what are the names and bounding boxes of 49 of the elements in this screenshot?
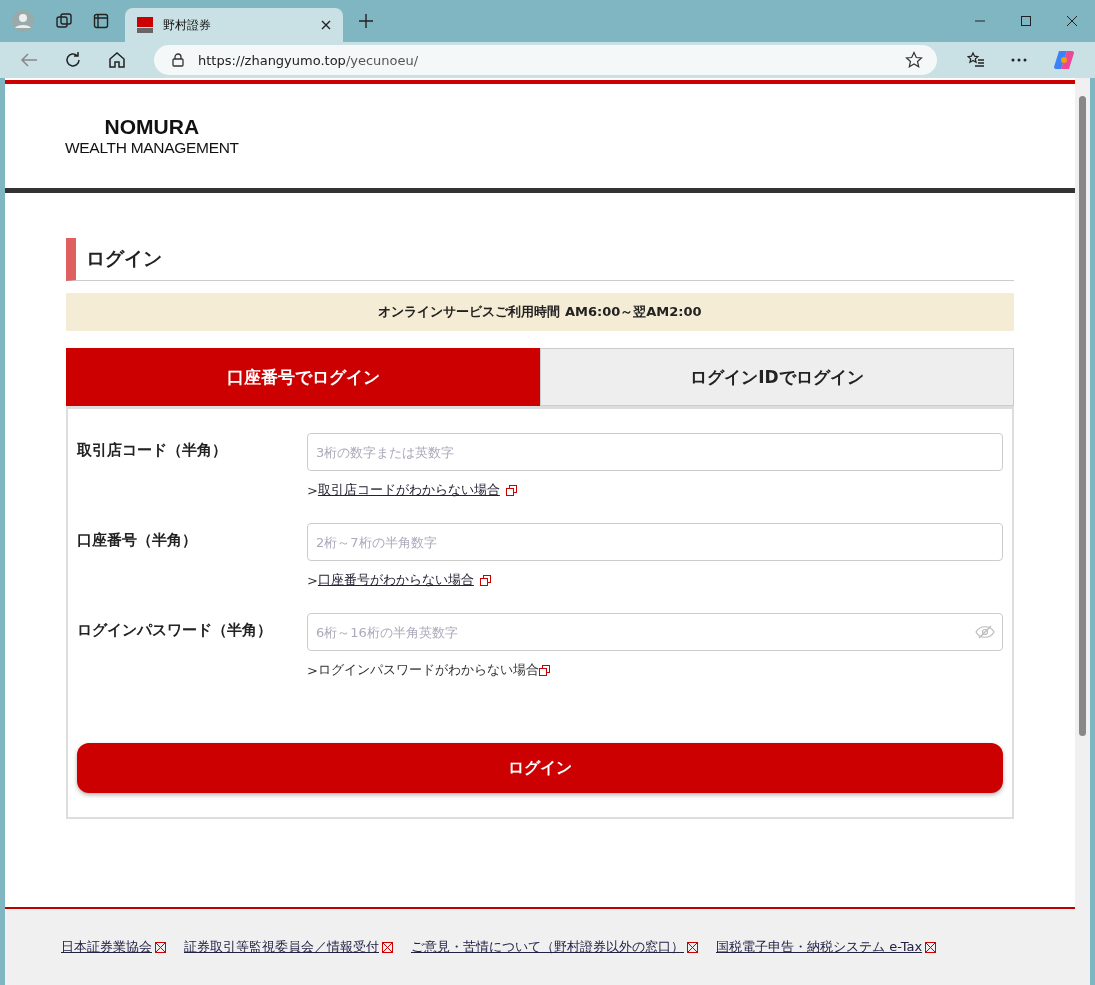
new-tab-icon[interactable] (359, 14, 373, 28)
external-link-icon (925, 941, 937, 953)
help-link[interactable]: ログインパスワードがわからない場合 (317, 661, 539, 679)
favicon-icon (137, 17, 153, 33)
logo[interactable]: NOMURA WEALTH MANAGEMENT (65, 115, 239, 157)
input-field[interactable]: 3桁の数字または英数字 (307, 433, 1003, 471)
close-icon[interactable] (321, 20, 331, 30)
external-window-icon (479, 574, 491, 586)
external-window-icon (505, 484, 517, 496)
refresh-icon[interactable] (64, 51, 82, 69)
login-tab[interactable]: 口座番号でログイン (66, 348, 540, 406)
close-icon[interactable] (1067, 16, 1077, 26)
input-field[interactable]: 2桁～7桁の半角数字 (307, 523, 1003, 561)
lock-icon (172, 53, 184, 67)
external-window-icon (538, 664, 550, 676)
maximize-icon[interactable] (1021, 16, 1031, 26)
scrollbar[interactable] (1075, 78, 1090, 985)
external-link-icon (155, 941, 166, 953)
footer-link[interactable]: 証券取引等監視委員会／情報受付 (184, 938, 379, 956)
help-link[interactable]: 口座番号がわからない場合 (317, 571, 474, 589)
browser-tab[interactable]: 野村證券 (125, 8, 343, 42)
external-link-icon (382, 941, 393, 953)
address-bar[interactable]: https://zhangyumo.top/yecunoeu/ (154, 45, 937, 75)
star-icon[interactable] (905, 51, 923, 69)
help-link[interactable]: 取引店コードがわからない場合 (317, 481, 500, 499)
copilot-icon[interactable] (1053, 49, 1075, 71)
url-text: https://zhangyumo.top/yecunoeu/ (198, 52, 420, 68)
arrow-prefix: > (307, 662, 318, 678)
input-field[interactable]: 6桁～16桁の半角英数字 (307, 613, 1003, 651)
footer-link[interactable]: 国税電子申告・納税システム e-Tax (716, 938, 923, 956)
collections-icon[interactable] (55, 12, 73, 30)
field-label: 口座番号（半角） (77, 530, 198, 551)
field-label: ログインパスワード（半角） (77, 620, 273, 641)
arrow-prefix: > (307, 572, 318, 588)
page-heading: ログイン (66, 238, 1014, 281)
tab-actions-icon[interactable] (93, 13, 109, 29)
more-icon[interactable] (1011, 58, 1027, 62)
login-button[interactable]: ログイン (77, 743, 1003, 793)
tab-title: 野村證券 (163, 16, 212, 34)
service-hours-notice: オンラインサービスご利用時間 AM6:00～翌AM2:00 (66, 293, 1014, 331)
arrow-prefix: > (307, 482, 318, 498)
favorites-icon[interactable] (967, 51, 985, 69)
login-tab[interactable]: ログインIDでログイン (540, 348, 1014, 406)
footer-link[interactable]: ご意見・苦情について（野村證券以外の窓口） (411, 938, 684, 956)
external-link-icon (687, 941, 698, 953)
field-label: 取引店コード（半角） (77, 440, 228, 461)
home-icon[interactable] (108, 51, 126, 69)
footer-link[interactable]: 日本証券業協会 (61, 938, 152, 956)
back-icon[interactable] (20, 52, 38, 68)
